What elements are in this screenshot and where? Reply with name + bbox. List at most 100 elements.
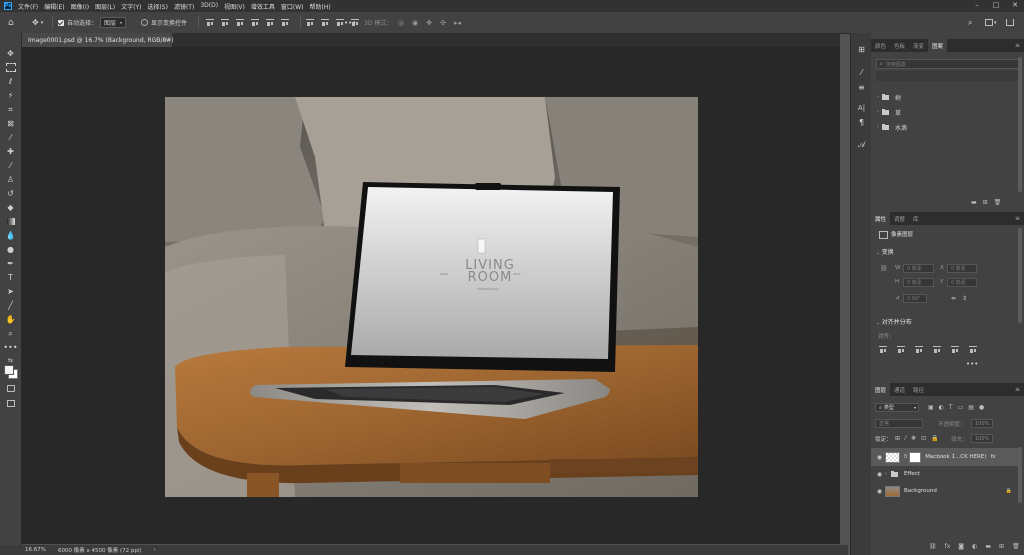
color-swatches[interactable] xyxy=(3,363,18,379)
menu-window[interactable]: 窗口(W) xyxy=(281,2,304,11)
maximize-icon[interactable]: □ xyxy=(989,1,1003,9)
expand-group-icon[interactable]: › xyxy=(885,471,887,477)
y-field[interactable]: 0 像素 xyxy=(947,278,977,287)
menu-3d[interactable]: 3D(D) xyxy=(200,2,218,11)
type-tool-icon[interactable]: T xyxy=(4,272,17,283)
properties-scrollbar[interactable] xyxy=(1018,228,1022,323)
tab-gradients[interactable]: 渐变 xyxy=(909,39,928,52)
align-hcenter-icon[interactable] xyxy=(266,19,274,26)
auto-select-dropdown[interactable]: 图层 ▾ xyxy=(100,17,127,28)
auto-select-checkbox[interactable] xyxy=(58,19,64,26)
more-options-button[interactable]: ••• xyxy=(344,12,356,33)
close-tab-icon[interactable]: × xyxy=(163,36,168,43)
menu-type[interactable]: 文字(Y) xyxy=(121,2,141,11)
healing-brush-icon[interactable]: ✚ xyxy=(4,146,17,157)
lock-all-icon[interactable]: 🔒 xyxy=(931,435,938,442)
eyedropper-icon[interactable]: ⁄ xyxy=(4,132,17,143)
align-top-icon[interactable] xyxy=(206,19,214,26)
3d-orbit-icon[interactable]: ◎ xyxy=(398,19,404,27)
more-tools-icon[interactable]: ••• xyxy=(3,342,17,353)
distribute-top-icon[interactable] xyxy=(306,19,314,26)
panel-menu-icon[interactable]: ≡ xyxy=(1015,42,1020,49)
tab-layers[interactable]: 图层 xyxy=(871,383,891,396)
history-panel-icon[interactable]: ⊞ xyxy=(857,45,866,54)
angle-field[interactable]: 0.00° xyxy=(903,294,927,303)
workspace-icon[interactable]: ▾ xyxy=(985,12,997,33)
share-icon[interactable] xyxy=(1006,12,1014,33)
move-tool-icon[interactable]: ✥ xyxy=(4,48,17,59)
pattern-group-water[interactable]: › 水滴 xyxy=(871,120,1024,134)
fx-icon[interactable]: fx xyxy=(945,543,951,550)
glyphs-panel-icon[interactable]: 𝒜 xyxy=(857,140,866,149)
filter-smart-icon[interactable]: ▤ xyxy=(968,404,974,411)
transform-section[interactable]: ⌄ 变换 xyxy=(876,247,894,256)
show-transform-checkbox[interactable] xyxy=(141,19,148,26)
layer-mask-thumbnail[interactable] xyxy=(909,451,922,463)
new-layer-icon[interactable]: ⊞ xyxy=(999,543,1004,550)
align-section[interactable]: ⌄ 对齐并分布 xyxy=(876,317,912,326)
align-hcenter-icon[interactable] xyxy=(897,346,905,353)
filter-type-icon[interactable]: T xyxy=(949,404,953,411)
filter-pixel-icon[interactable]: ▣ xyxy=(928,404,934,411)
panel-menu-icon[interactable]: ≡ xyxy=(1015,215,1020,222)
clone-stamp-icon[interactable]: ♙ xyxy=(4,174,17,185)
layer-row-effect[interactable]: ◉ › Effect xyxy=(871,466,1018,482)
tab-properties[interactable]: 属性 xyxy=(871,212,891,225)
opacity-field[interactable]: 100% xyxy=(971,419,993,428)
3d-slide-icon[interactable]: ✣ xyxy=(440,19,446,27)
distribute-bottom-icon[interactable] xyxy=(336,19,344,26)
align-top-icon[interactable] xyxy=(933,346,941,353)
tab-swatches[interactable]: 色板 xyxy=(890,39,909,52)
minimize-icon[interactable]: – xyxy=(970,1,984,9)
distribute-vcenter-icon[interactable] xyxy=(321,19,329,26)
canvas-area[interactable]: LIVING ROOM 2024 2037 INTERIOR DESIGN xyxy=(22,47,840,544)
zoom-level[interactable]: 16.67% xyxy=(25,547,46,553)
tab-color[interactable]: 颜色 xyxy=(871,39,890,52)
close-window-icon[interactable]: ✕ xyxy=(1008,1,1022,9)
flip-vertical-icon[interactable]: ⇕ xyxy=(962,295,967,302)
lock-transparency-icon[interactable]: ⊞ xyxy=(895,435,900,442)
adjust-panel-icon[interactable]: ≡ xyxy=(857,83,866,92)
menu-plugins[interactable]: 增效工具 xyxy=(251,2,275,11)
menu-file[interactable]: 文件(F) xyxy=(18,2,38,11)
patterns-scrollbar[interactable] xyxy=(1018,57,1022,192)
zoom-tool-icon[interactable]: ⌕ xyxy=(4,328,17,339)
adjustment-layer-icon[interactable]: ◐ xyxy=(972,543,977,550)
tab-libraries[interactable]: 库 xyxy=(909,212,923,225)
x-field[interactable]: 0 像素 xyxy=(947,264,977,273)
visibility-eye-icon[interactable]: ◉ xyxy=(874,471,885,478)
layer-row-background[interactable]: ◉ Background 🔒 xyxy=(871,482,1018,500)
pattern-group-tree[interactable]: › 树 xyxy=(871,90,1024,104)
filter-shape-icon[interactable]: ▭ xyxy=(958,404,964,411)
folder-icon[interactable]: ▬ xyxy=(971,199,977,206)
pen-tool-icon[interactable]: ✒ xyxy=(4,258,17,269)
magic-wand-icon[interactable]: ⚡ xyxy=(4,90,17,101)
tab-channels[interactable]: 通道 xyxy=(890,383,909,396)
paragraph-panel-icon[interactable]: ¶ xyxy=(857,118,866,127)
tab-adjustments[interactable]: 调整 xyxy=(890,212,909,225)
menu-filter[interactable]: 滤镜(T) xyxy=(174,2,194,11)
layer-kind-filter[interactable]: ⌕ 类型 ▾ xyxy=(875,403,919,412)
trash-icon[interactable]: 🗑 xyxy=(994,199,1002,206)
screen-mode-icon[interactable] xyxy=(4,398,17,409)
frame-tool-icon[interactable]: ⊠ xyxy=(4,118,17,129)
layers-scrollbar[interactable] xyxy=(1018,447,1022,503)
pattern-search-input[interactable]: ⌕ 搜索图案 xyxy=(876,59,1019,69)
align-right-icon[interactable] xyxy=(915,346,923,353)
blur-tool-icon[interactable]: 💧 xyxy=(4,230,17,241)
lock-paint-icon[interactable]: ⁄ xyxy=(905,435,906,442)
menu-help[interactable]: 帮助(H) xyxy=(310,2,331,11)
filter-adjustment-icon[interactable]: ◐ xyxy=(939,404,944,411)
layer-row-macbook[interactable]: ◉ 8 Macbook 1...CK HERE) fx xyxy=(871,448,1018,466)
crop-tool-icon[interactable]: ⌗ xyxy=(4,104,17,115)
brush-tool-icon[interactable]: ⁄ xyxy=(4,160,17,171)
visibility-eye-icon[interactable]: ◉ xyxy=(874,488,885,495)
align-right-icon[interactable] xyxy=(281,19,289,26)
new-group-icon[interactable]: ▬ xyxy=(985,543,991,550)
auto-select-option[interactable]: 自动选择： 图层 ▾ xyxy=(58,12,127,33)
delete-layer-icon[interactable]: 🗑 xyxy=(1012,543,1020,550)
path-selection-icon[interactable]: ➤ xyxy=(4,286,17,297)
align-left-icon[interactable] xyxy=(251,19,259,26)
3d-pan-icon[interactable]: ✥ xyxy=(426,19,432,27)
link-layers-icon[interactable]: ⛓ xyxy=(929,543,937,550)
